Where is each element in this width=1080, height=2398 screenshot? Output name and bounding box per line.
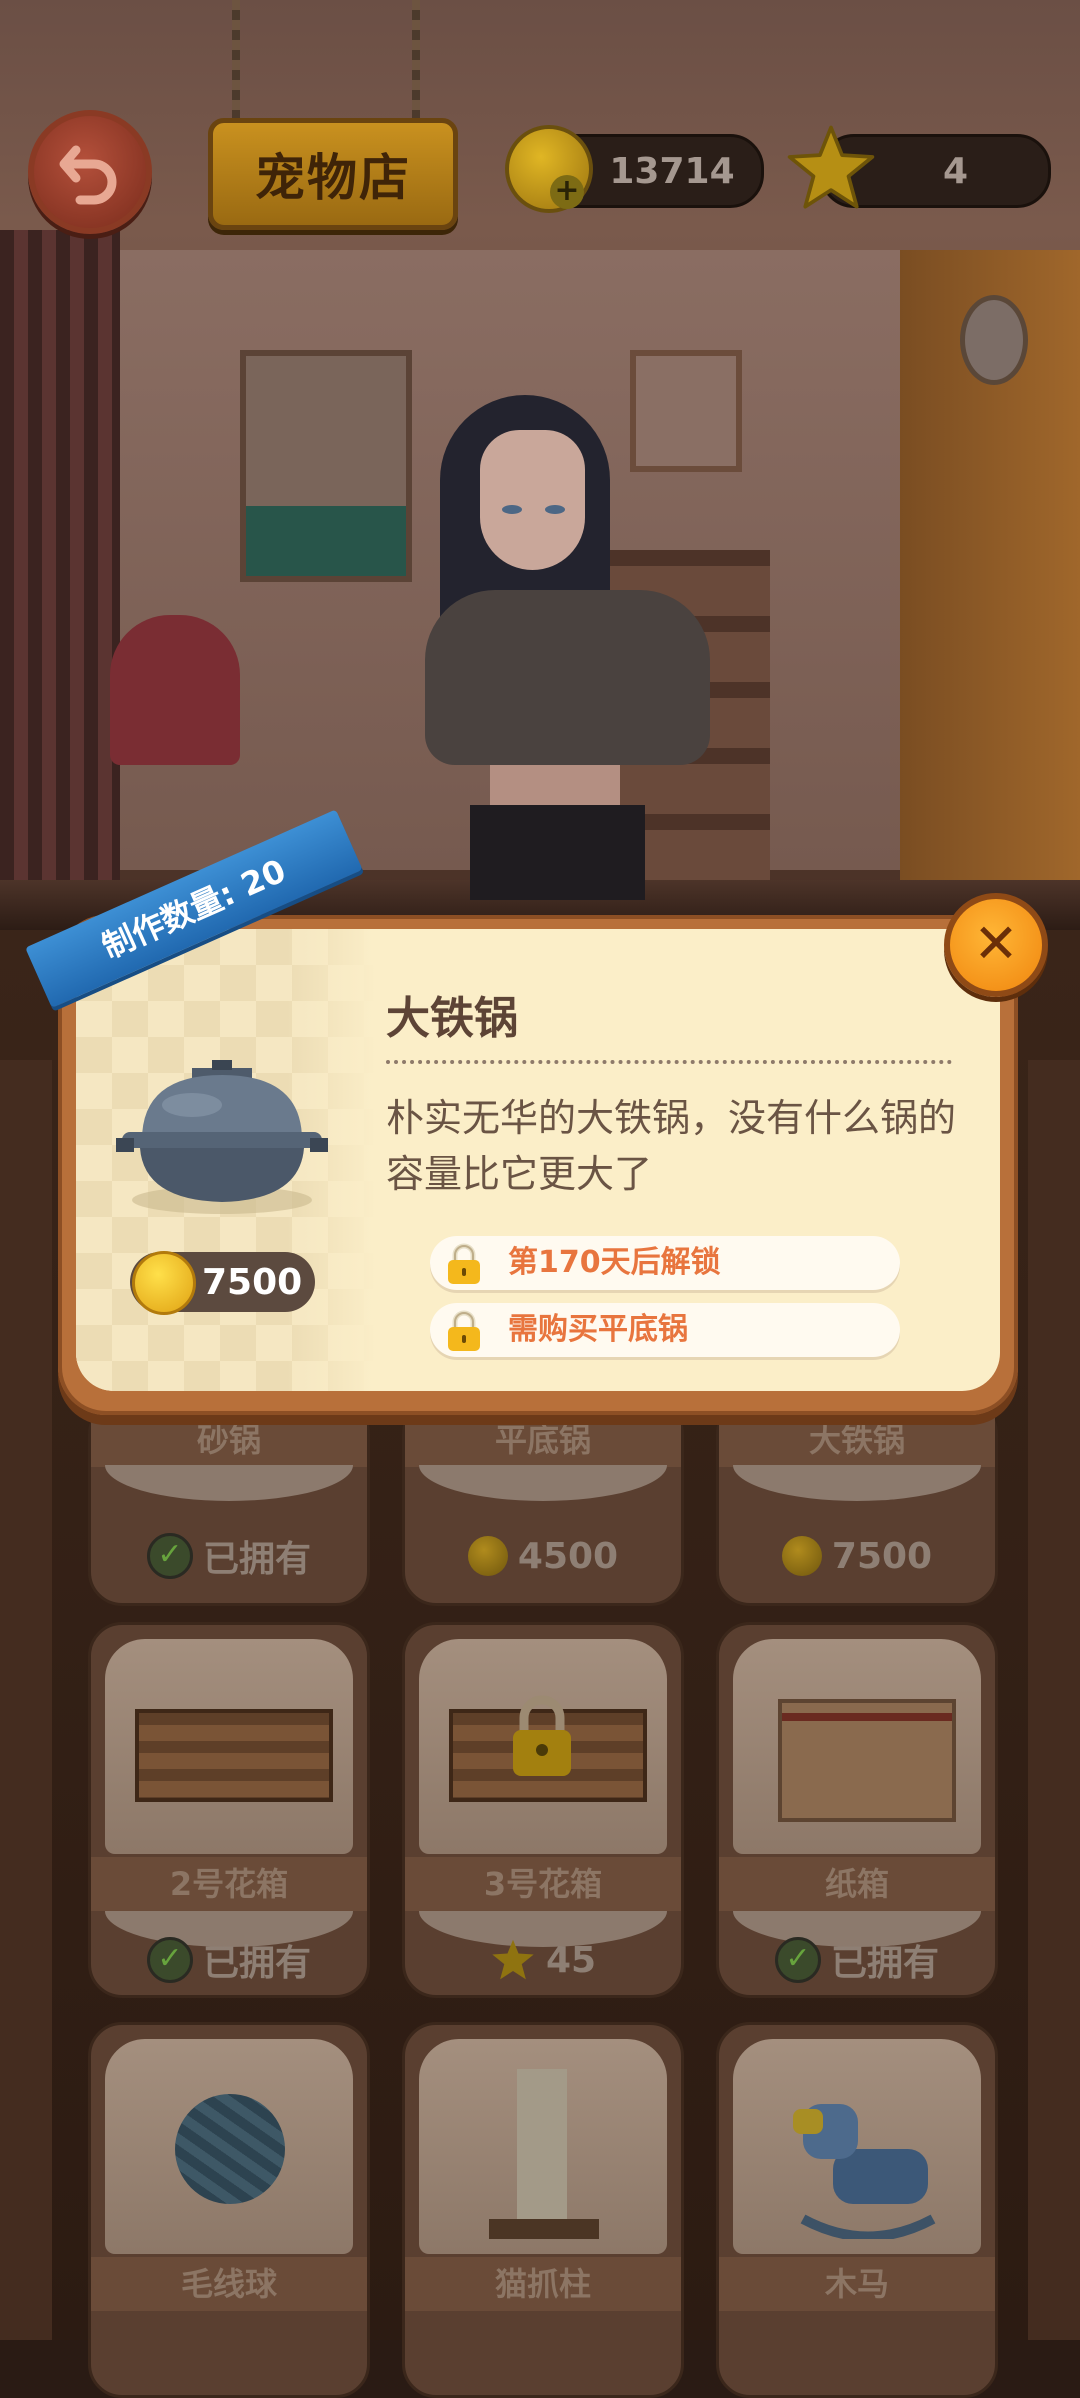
item-name: 2号花箱 <box>91 1857 367 1911</box>
close-icon: ✕ <box>973 912 1019 975</box>
item-name: 毛线球 <box>91 2257 367 2311</box>
back-arrow-icon <box>59 145 117 205</box>
left-rail <box>0 1060 52 2340</box>
item-description: 朴实无华的大铁锅，没有什么锅的容量比它更大了 <box>386 1096 957 1196</box>
item-image <box>419 2039 667 2254</box>
shop-item-card[interactable]: 大铁锅 7500 <box>716 1400 998 1606</box>
coin-icon <box>132 1251 196 1315</box>
price-text: 4500 <box>517 1535 619 1577</box>
lock-icon <box>448 1243 480 1284</box>
requirement-text: 需购买平底锅 <box>508 1312 688 1347</box>
star-icon <box>492 1939 534 1980</box>
iron-pot-image <box>116 1060 328 1214</box>
shop-title: 宠物店 <box>255 149 411 207</box>
star-icon <box>787 125 875 209</box>
back-button[interactable] <box>28 110 152 234</box>
coin-icon <box>781 1536 822 1576</box>
lock-icon <box>513 1695 571 1776</box>
check-icon: ✓ <box>146 1533 193 1579</box>
box-tape <box>782 1713 952 1721</box>
price-text: 45 <box>545 1939 597 1981</box>
card-divider <box>105 1465 353 1501</box>
card-divider <box>733 1465 981 1501</box>
requirement-row: 需购买平底锅 <box>430 1303 900 1357</box>
character-face <box>480 430 585 570</box>
add-coins-icon[interactable]: + <box>550 175 584 209</box>
item-status: ✓ 已拥有 <box>91 1531 367 1581</box>
item-title: 大铁锅 <box>386 993 518 1044</box>
character-pants <box>470 805 645 900</box>
coin-amount: 13714 <box>609 150 735 192</box>
close-button[interactable]: ✕ <box>944 893 1048 997</box>
item-image <box>733 2039 981 2254</box>
character-waist <box>490 765 620 810</box>
sign-rope <box>412 0 420 130</box>
character-top <box>425 590 710 765</box>
check-icon: ✓ <box>146 1937 193 1983</box>
shop-item-card[interactable]: 毛线球 <box>88 2022 370 2398</box>
item-price: 7500 <box>202 1261 303 1303</box>
status-text: 已拥有 <box>202 1943 311 1984</box>
star-amount: 4 <box>942 150 969 192</box>
scratching-post-base <box>489 2219 599 2239</box>
item-image <box>105 2039 353 2254</box>
item-name: 砂锅 <box>91 1413 367 1467</box>
rocking-horse-image <box>793 2104 936 2239</box>
title-divider <box>386 1060 952 1064</box>
item-price: 4500 <box>405 1531 681 1581</box>
lock-icon <box>448 1310 480 1351</box>
shop-item-card[interactable]: 木马 <box>716 2022 998 2398</box>
price-text: 7500 <box>831 1535 933 1577</box>
status-text: 已拥有 <box>830 1943 939 1984</box>
item-name: 平底锅 <box>405 1413 681 1467</box>
scratching-post-image <box>517 2069 567 2234</box>
status-text: 已拥有 <box>202 1539 311 1580</box>
item-price: 45 <box>405 1935 681 1985</box>
coin-icon <box>467 1536 508 1576</box>
cardboard-box-image <box>778 1699 956 1822</box>
item-status: ✓ 已拥有 <box>719 1935 995 1985</box>
flower-box-image <box>135 1709 333 1802</box>
shop-item-card[interactable]: 3号花箱 45 <box>402 1622 684 1998</box>
card-divider <box>419 1465 667 1501</box>
shop-item-card[interactable]: 猫抓柱 <box>402 2022 684 2398</box>
shop-item-card[interactable]: 纸箱 ✓ 已拥有 <box>716 1622 998 1998</box>
shop-item-card[interactable]: 砂锅 ✓ 已拥有 <box>88 1400 370 1606</box>
shop-item-card[interactable]: 平底锅 4500 <box>402 1400 684 1606</box>
yarn-ball-image <box>175 2094 285 2204</box>
item-price: 7500 <box>719 1531 995 1581</box>
requirement-text: 第170天后解锁 <box>508 1245 721 1280</box>
shop-item-card[interactable]: 2号花箱 ✓ 已拥有 <box>88 1622 370 1998</box>
item-name: 3号花箱 <box>405 1857 681 1911</box>
character-eye <box>545 505 565 514</box>
item-name: 猫抓柱 <box>405 2257 681 2311</box>
item-image <box>733 1639 981 1854</box>
shop-title-sign: 宠物店 <box>208 118 458 230</box>
item-name: 大铁锅 <box>719 1413 995 1467</box>
item-name: 纸箱 <box>719 1857 995 1911</box>
check-icon: ✓ <box>774 1937 821 1983</box>
sign-rope <box>232 0 240 130</box>
requirement-row: 第170天后解锁 <box>430 1236 900 1290</box>
right-rail <box>1028 1060 1080 2340</box>
item-image <box>419 1639 667 1854</box>
character-eye <box>502 505 522 514</box>
item-image <box>105 1639 353 1854</box>
item-status: ✓ 已拥有 <box>91 1935 367 1985</box>
item-name: 木马 <box>719 2257 995 2311</box>
